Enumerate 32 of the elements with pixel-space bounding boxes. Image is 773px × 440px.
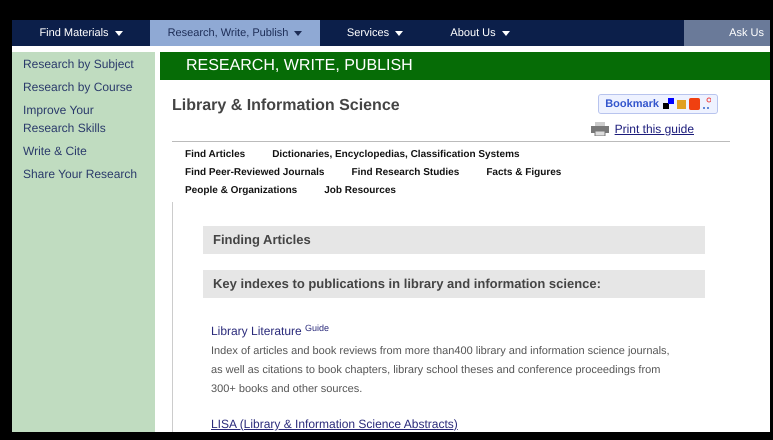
resource-link[interactable]: LISA (Library & Information Science Abstracts) <box>211 415 705 432</box>
caret-icon <box>395 30 404 36</box>
resource-link[interactable]: Library Literature $^{Guide}$ <box>211 322 705 340</box>
guide-tab-link[interactable]: Find Articles <box>185 147 246 162</box>
print-guide-link[interactable]: Print this guide <box>614 120 694 138</box>
section-banner: RESEARCH, WRITE, PUBLISH <box>160 52 770 80</box>
guide-tab-link[interactable]: Dictionaries, Encyclopedias, Classification Systems <box>272 147 520 162</box>
section-heading: Finding Articles <box>203 226 705 254</box>
guide-title: Library & Information Science <box>172 96 400 116</box>
sidebar-link[interactable]: Research by Course <box>23 78 143 96</box>
caret-icon <box>502 30 510 36</box>
bookmark-button[interactable]: Bookmark <box>598 94 718 114</box>
share-icons <box>663 97 711 111</box>
guide-tab-link[interactable]: Find Peer-Reviewed Journals <box>185 165 324 180</box>
sidebar-link[interactable]: Improve Your Research Skills <box>23 101 143 137</box>
sidebar-link[interactable]: Write & Cite <box>23 142 143 160</box>
section-heading: Key indexes to publications in library and information science: <box>203 270 705 298</box>
nav-menu-item[interactable]: Research, Write, Publish <box>150 20 320 46</box>
nav-menu-item[interactable]: Services <box>320 20 430 46</box>
guide-tab-link[interactable]: Facts & Figures <box>486 165 562 180</box>
caret-icon <box>294 30 302 36</box>
sidebar-link[interactable]: Share Your Research <box>23 165 143 183</box>
nav-menu-item[interactable]: Find Materials <box>12 20 150 46</box>
printer-icon <box>590 122 609 136</box>
sidebar-link[interactable]: Research by Subject <box>23 55 143 73</box>
guide-tab-link[interactable]: People & Organizations <box>185 183 298 198</box>
guide-tab-link[interactable]: Find Research Studies <box>352 165 460 180</box>
caret-icon <box>114 30 123 36</box>
guide-tab-link[interactable]: Job Resources <box>324 183 396 198</box>
resource-description: Index of articles and book reviews from more than400 library and information science journals, as well as citations to book chapters, library school theses and conference proceedings from 300+ books and other sources. <box>211 344 671 397</box>
ask-us-button[interactable]: Ask Us <box>684 20 770 46</box>
nav-menu-item[interactable]: About Us <box>430 20 530 46</box>
